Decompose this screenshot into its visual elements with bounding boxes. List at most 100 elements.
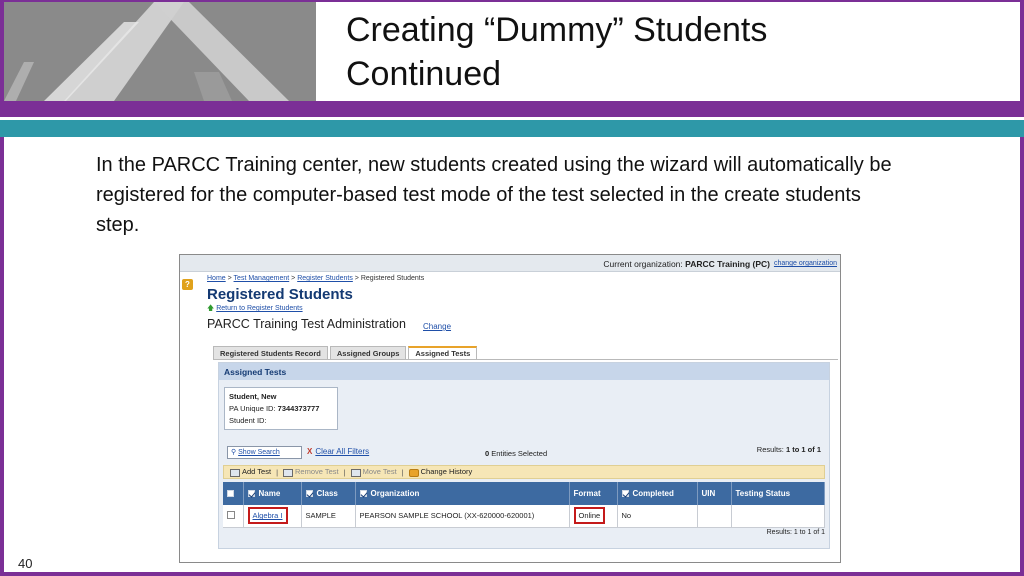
breadcrumb-register-students[interactable]: Register Students	[297, 275, 353, 282]
tab-bar: Registered Students Record Assigned Grou…	[213, 346, 478, 360]
format-value: Online	[578, 511, 601, 521]
header-band-purple	[0, 101, 1024, 117]
toolbar-separator: |	[343, 467, 346, 477]
remove-test-button[interactable]: Remove Test	[283, 467, 339, 477]
up-arrow-icon: 🡅	[207, 305, 215, 312]
column-header-completed[interactable]: Completed	[617, 482, 698, 505]
return-link-label: Return to Register Students	[216, 305, 303, 312]
class-cell: SAMPLE	[301, 505, 356, 528]
results-summary-top: Results: 1 to 1 of 1	[757, 445, 821, 454]
toolbar-separator: |	[276, 467, 279, 477]
clear-filter-icon: X	[307, 447, 313, 456]
column-filter-checkbox[interactable]	[305, 490, 313, 498]
student-id-label: Student ID:	[229, 416, 267, 425]
slide-number: 40	[18, 556, 33, 571]
column-header-format[interactable]: Format	[569, 482, 618, 505]
breadcrumb-sep: >	[225, 275, 234, 282]
student-info-box: Student, New PA Unique ID: 7344373777 St…	[224, 387, 338, 430]
column-header-organization[interactable]: Organization	[355, 482, 570, 505]
assigned-tests-panel: Assigned Tests Student, New PA Unique ID…	[218, 362, 830, 549]
search-icon: ⚲	[231, 449, 237, 456]
slide-title: Creating “Dummy” Students Continued	[346, 8, 986, 96]
highlight-box: Online	[573, 507, 606, 525]
tab-registered-students-record[interactable]: Registered Students Record	[213, 346, 328, 360]
move-test-button[interactable]: Move Test	[350, 467, 397, 477]
format-cell: Online	[569, 505, 618, 528]
show-search-label: Show Search	[238, 449, 280, 456]
add-test-button[interactable]: Add Test	[230, 467, 272, 477]
student-name: Student, New	[229, 392, 277, 401]
column-filter-checkbox[interactable]	[621, 490, 629, 498]
org-prefix: Current organization:	[603, 259, 683, 269]
show-search-button[interactable]: ⚲ Show Search	[227, 446, 302, 459]
change-history-button[interactable]: Change History	[408, 467, 472, 477]
tab-divider	[213, 359, 838, 360]
header-label: Name	[258, 489, 281, 498]
remove-test-label: Remove Test	[295, 467, 339, 477]
remove-test-icon	[283, 468, 294, 477]
breadcrumb: Home > Test Management > Register Studen…	[207, 275, 424, 282]
select-all-checkbox[interactable]	[227, 490, 234, 498]
add-test-label: Add Test	[242, 467, 272, 477]
breadcrumb-sep: >	[289, 275, 298, 282]
filter-row: ⚲ Show Search X Clear All Filters 0 Entiti…	[223, 438, 825, 465]
column-filter-checkbox[interactable]	[359, 490, 367, 498]
row-select-cell	[223, 505, 244, 528]
slide-title-line2: Continued	[346, 55, 502, 93]
tab-assigned-tests[interactable]: Assigned Tests	[408, 346, 478, 360]
select-all-header[interactable]	[223, 482, 244, 505]
header-band-teal	[0, 120, 1024, 137]
column-header-class[interactable]: Class	[301, 482, 356, 505]
table-header-row: Name Class Organization Format Completed…	[223, 482, 825, 505]
highlight-box: Algebra I	[247, 507, 288, 525]
test-name-link[interactable]: Algebra I	[253, 511, 283, 520]
table-row: Algebra I SAMPLE PEARSON SAMPLE SCHOOL (…	[223, 505, 825, 528]
slide-border-right	[1020, 0, 1024, 576]
toolbar-separator: |	[401, 467, 404, 477]
logo	[4, 2, 316, 101]
panel-title: Assigned Tests	[219, 363, 829, 380]
current-organization: Current organization: PARCC Training (PC…	[603, 259, 770, 269]
entities-selected: 0 Entities Selected	[485, 449, 547, 458]
header-label: Testing Status	[735, 489, 791, 498]
add-test-icon	[230, 468, 240, 477]
entities-label: Entities Selected	[489, 449, 548, 458]
name-cell: Algebra I	[243, 505, 302, 528]
breadcrumb-home[interactable]: Home	[207, 275, 226, 282]
org-name: PARCC Training (PC)	[685, 259, 770, 269]
header-label: Class	[316, 489, 338, 498]
uin-cell	[697, 505, 732, 528]
tab-assigned-groups[interactable]: Assigned Groups	[329, 346, 407, 360]
app-screenshot: Current organization: PARCC Training (PC…	[179, 254, 841, 563]
slide-title-line1: Creating “Dummy” Students	[346, 11, 768, 49]
testing-status-cell	[731, 505, 825, 528]
assigned-tests-table: Name Class Organization Format Completed…	[223, 482, 825, 528]
column-filter-checkbox[interactable]	[247, 490, 255, 498]
help-icon[interactable]: ?	[182, 279, 193, 290]
clear-all-filters-link[interactable]: X Clear All Filters	[307, 447, 369, 456]
unique-id-value: 7344373777	[277, 404, 320, 413]
slide-border-bottom	[0, 572, 1024, 576]
header-label: UIN	[701, 489, 716, 498]
move-test-icon	[350, 468, 361, 477]
breadcrumb-sep: >	[352, 275, 361, 282]
column-header-name[interactable]: Name	[243, 482, 302, 505]
unique-id-label: PA Unique ID:	[229, 404, 276, 413]
test-administration-title: PARCC Training Test Administration	[207, 317, 406, 331]
change-organization-link[interactable]: change organization	[774, 260, 837, 267]
history-icon	[408, 468, 419, 477]
column-header-testing-status[interactable]: Testing Status	[731, 482, 825, 505]
results-value: 1 to 1 of 1	[785, 445, 821, 454]
header-label: Completed	[632, 489, 674, 498]
results-label: Results:	[756, 445, 786, 454]
change-administration-link[interactable]: Change	[423, 322, 451, 331]
return-to-register-link[interactable]: 🡅 Return to Register Students	[207, 304, 303, 315]
page-title: Registered Students	[207, 286, 353, 303]
breadcrumb-test-management[interactable]: Test Management	[234, 275, 290, 282]
column-header-uin[interactable]: UIN	[697, 482, 732, 505]
organization-cell: PEARSON SAMPLE SCHOOL (XX-620000-620001)	[355, 505, 570, 528]
test-toolbar: Add Test | Remove Test | Move Test | Cha…	[223, 465, 825, 479]
row-checkbox[interactable]	[227, 510, 235, 519]
clear-all-filters-label: Clear All Filters	[315, 447, 370, 456]
slide-body-text: In the PARCC Training center, new studen…	[96, 154, 892, 236]
